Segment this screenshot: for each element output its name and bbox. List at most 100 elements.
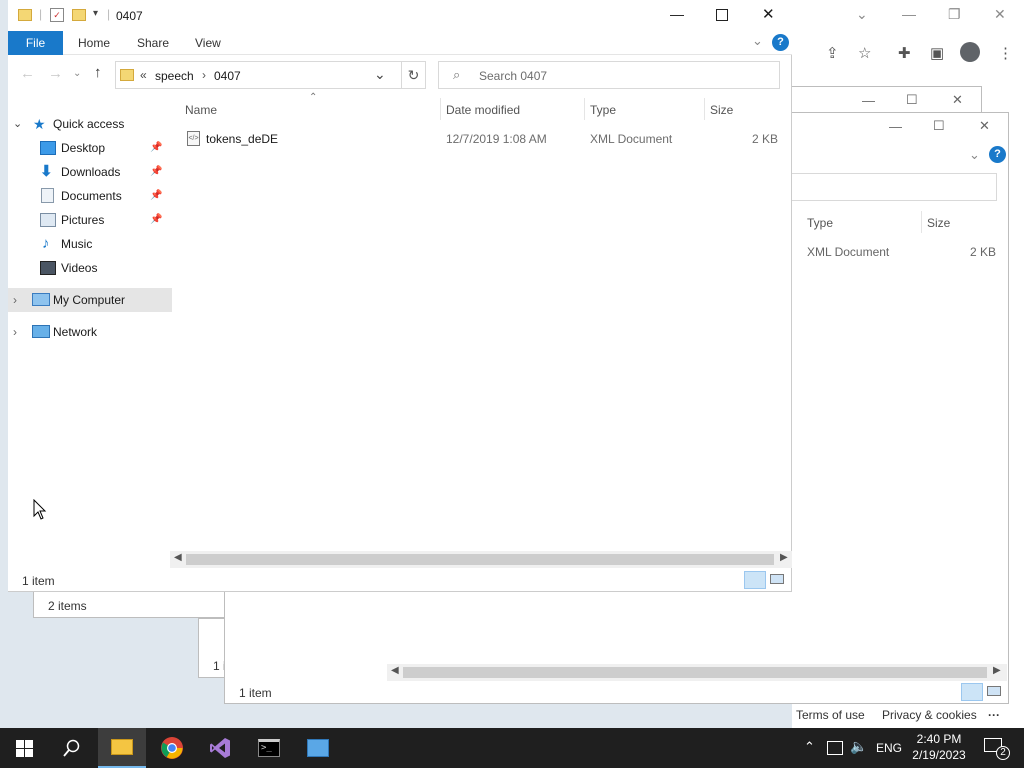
maximize-icon[interactable]: ☐ bbox=[906, 92, 918, 108]
properties-icon[interactable]: ✓ bbox=[50, 8, 64, 22]
nav-item-videos[interactable]: Videos bbox=[8, 256, 172, 280]
pin-icon[interactable]: 📌 bbox=[150, 208, 162, 232]
column-type[interactable]: Type bbox=[807, 216, 833, 230]
large-icons-view-icon[interactable] bbox=[770, 574, 784, 584]
scroll-right-icon[interactable]: ▶ bbox=[780, 552, 788, 563]
title-bar[interactable]: | ✓ ▾ | 0407 — ✕ bbox=[8, 0, 792, 31]
column-type[interactable]: Type bbox=[590, 103, 616, 117]
network-status-icon[interactable] bbox=[827, 741, 843, 755]
notifications-button[interactable]: 2 bbox=[980, 734, 1014, 762]
terms-link[interactable]: Terms of use bbox=[796, 708, 865, 722]
restore-icon[interactable]: ❐ bbox=[948, 6, 961, 23]
privacy-link[interactable]: Privacy & cookies bbox=[882, 708, 977, 722]
status-text: 2 items bbox=[48, 599, 87, 613]
close-icon[interactable]: ✕ bbox=[994, 6, 1006, 23]
minimize-icon[interactable]: — bbox=[862, 93, 875, 108]
more-icon[interactable]: ··· bbox=[988, 708, 1000, 722]
nav-item-downloads[interactable]: ⬇ Downloads 📌 bbox=[8, 160, 172, 184]
overflow-chevron-icon[interactable]: « bbox=[140, 68, 147, 82]
notification-count: 2 bbox=[996, 746, 1010, 760]
chevron-right-icon[interactable]: › bbox=[13, 320, 17, 344]
chevron-down-icon[interactable]: ⌄ bbox=[856, 6, 868, 23]
input-language[interactable]: ENG bbox=[876, 741, 902, 755]
scroll-left-icon[interactable]: ◀ bbox=[174, 552, 182, 563]
scroll-left-icon[interactable]: ◀ bbox=[391, 665, 399, 676]
start-button[interactable] bbox=[0, 728, 48, 768]
terminal-taskbar-button[interactable]: >_ bbox=[245, 728, 293, 768]
tab-file[interactable]: File bbox=[8, 31, 63, 55]
share-icon[interactable]: ⇪ bbox=[826, 44, 839, 62]
minimize-icon[interactable]: — bbox=[902, 6, 916, 22]
recent-locations-icon[interactable]: ⌄ bbox=[73, 68, 81, 79]
breadcrumb-speech[interactable]: speech bbox=[155, 69, 194, 83]
nav-item-pictures[interactable]: Pictures 📌 bbox=[8, 208, 172, 232]
volume-icon[interactable]: 🔈 bbox=[850, 738, 867, 755]
nav-item-music[interactable]: ♪ Music bbox=[8, 232, 172, 256]
large-icons-view-icon[interactable] bbox=[987, 686, 1001, 696]
column-size[interactable]: Size bbox=[927, 216, 950, 230]
refresh-button[interactable]: ↻ bbox=[402, 61, 426, 89]
breadcrumb-separator-icon: › bbox=[202, 68, 206, 82]
forward-arrow-icon[interactable]: → bbox=[48, 65, 63, 82]
column-name[interactable]: Name bbox=[185, 103, 217, 117]
search-button[interactable] bbox=[48, 728, 96, 768]
minimize-icon[interactable]: — bbox=[889, 119, 902, 134]
maximize-icon[interactable] bbox=[716, 9, 728, 21]
help-icon[interactable]: ? bbox=[989, 146, 1006, 163]
nav-item-quick-access[interactable]: ⌄ ★ Quick access bbox=[8, 112, 172, 136]
close-icon[interactable]: ✕ bbox=[952, 92, 963, 108]
star-icon[interactable]: ☆ bbox=[858, 44, 871, 62]
nav-item-my-computer[interactable]: › My Computer bbox=[8, 288, 172, 312]
search-input[interactable]: ⌕ Search 0407 bbox=[438, 61, 780, 89]
tab-view[interactable]: View bbox=[195, 36, 221, 50]
sort-ascending-icon: ⌃ bbox=[309, 92, 318, 103]
table-row[interactable]: </> tokens_deDE 12/7/2019 1:08 AM XML Do… bbox=[176, 126, 792, 150]
expand-ribbon-icon[interactable]: ⌄ bbox=[752, 33, 763, 49]
tab-home[interactable]: Home bbox=[78, 36, 110, 50]
file-explorer-taskbar-button[interactable] bbox=[98, 728, 146, 768]
help-icon[interactable]: ? bbox=[772, 34, 789, 51]
documents-icon bbox=[41, 188, 54, 203]
close-icon[interactable]: ✕ bbox=[762, 5, 775, 23]
scroll-right-icon[interactable]: ▶ bbox=[993, 665, 1001, 676]
horizontal-scrollbar[interactable]: ◀ ▶ bbox=[387, 664, 1007, 681]
breadcrumb-0407[interactable]: 0407 bbox=[214, 69, 241, 83]
up-arrow-icon[interactable]: ↑ bbox=[94, 64, 102, 81]
visual-studio-taskbar-button[interactable] bbox=[196, 728, 244, 768]
nav-item-documents[interactable]: Documents 📌 bbox=[8, 184, 172, 208]
nav-item-desktop[interactable]: Desktop 📌 bbox=[8, 136, 172, 160]
column-date-modified[interactable]: Date modified bbox=[446, 103, 520, 117]
close-icon[interactable]: ✕ bbox=[979, 118, 990, 134]
nav-item-network[interactable]: › Network bbox=[8, 320, 172, 344]
new-folder-icon[interactable] bbox=[72, 9, 86, 21]
customize-qat-icon[interactable]: ▾ bbox=[93, 8, 98, 19]
pin-icon[interactable]: 📌 bbox=[150, 160, 162, 184]
search-input[interactable] bbox=[791, 173, 997, 201]
chevron-down-icon[interactable]: ⌄ bbox=[13, 112, 22, 136]
sidepanel-icon[interactable]: ▣ bbox=[930, 44, 944, 62]
pin-icon[interactable]: 📌 bbox=[150, 136, 162, 160]
clock[interactable]: 2:40 PM 2/19/2023 bbox=[906, 731, 972, 765]
maximize-icon[interactable]: ☐ bbox=[933, 118, 945, 134]
search-icon bbox=[63, 739, 80, 757]
minimize-icon[interactable]: — bbox=[670, 6, 684, 22]
chevron-right-icon[interactable]: › bbox=[13, 288, 17, 312]
pin-icon[interactable]: 📌 bbox=[150, 184, 162, 208]
details-view-icon[interactable] bbox=[744, 571, 766, 589]
address-dropdown-icon[interactable]: ⌄ bbox=[374, 66, 386, 83]
search-placeholder: Search 0407 bbox=[479, 69, 548, 83]
chrome-taskbar-button[interactable] bbox=[148, 728, 196, 768]
tab-share[interactable]: Share bbox=[137, 36, 169, 50]
back-arrow-icon[interactable]: ← bbox=[20, 65, 35, 82]
app-taskbar-button[interactable] bbox=[294, 728, 342, 768]
profile-icon[interactable] bbox=[960, 42, 980, 62]
address-bar[interactable]: « speech › 0407 ⌄ bbox=[115, 61, 402, 89]
details-view-icon[interactable] bbox=[961, 683, 983, 701]
column-size[interactable]: Size bbox=[710, 103, 733, 117]
extensions-icon[interactable]: ✚ bbox=[898, 44, 911, 62]
chevron-down-icon[interactable]: ⌄ bbox=[969, 147, 980, 163]
show-hidden-icons-icon[interactable]: ⌃ bbox=[804, 739, 815, 755]
menu-icon[interactable]: ⋮ bbox=[998, 44, 1013, 62]
status-text: 1 item bbox=[22, 574, 55, 588]
horizontal-scrollbar[interactable]: ◀ ▶ bbox=[170, 551, 792, 568]
